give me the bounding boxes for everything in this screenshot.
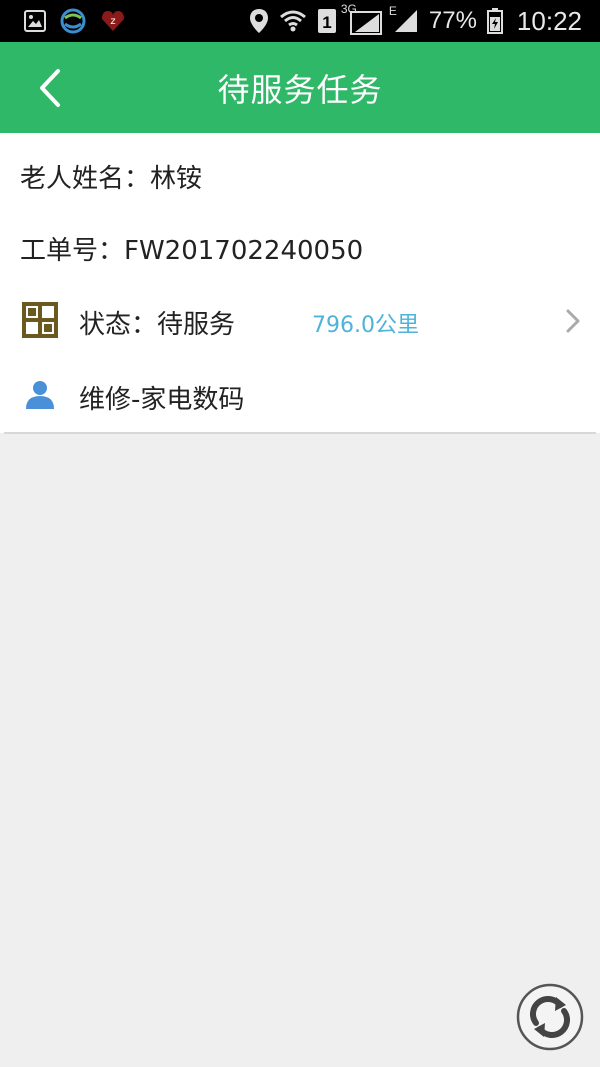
clock: 10:22 [516,5,582,36]
svg-text:1: 1 [322,13,331,32]
location-icon [249,8,269,34]
back-button[interactable] [30,66,70,110]
chevron-right-icon [566,309,580,333]
network-type-label: 3G [340,2,357,16]
battery-percent: 77% [428,7,477,34]
status-bar: z 1 3G E 77% 10:22 [0,0,600,42]
svg-text:z: z [110,16,115,27]
chevron-left-icon [40,69,60,107]
user-icon [26,381,54,409]
order-number: 工单号：FW201702240050 [20,236,364,266]
signal-icon: 3G [341,2,383,36]
service-type-label: 维修-家电数码 [79,385,245,415]
gallery-icon [24,10,46,32]
signal-2-icon: E [389,4,419,34]
edge-label: E [388,4,397,18]
card-divider [4,432,596,434]
sim-badge: 1 [317,8,337,34]
battery-icon [486,8,503,34]
status-row[interactable]: 状态：待服务 796.0公里 [0,290,600,352]
wifi-icon [279,8,307,34]
refresh-button[interactable] [516,983,584,1051]
service-row: 维修-家电数码 [0,368,600,424]
title-bar: 待服务任务 [0,42,600,133]
elder-name: 老人姓名：林铵 [20,164,203,194]
page-title: 待服务任务 [217,70,383,109]
distance-label: 796.0公里 [312,313,419,338]
z-app-icon: z [100,9,126,33]
refresh-icon [516,983,584,1051]
grid-status-icon [22,302,58,338]
china-mobile-icon [60,8,86,34]
status-label: 状态：待服务 [79,310,236,340]
